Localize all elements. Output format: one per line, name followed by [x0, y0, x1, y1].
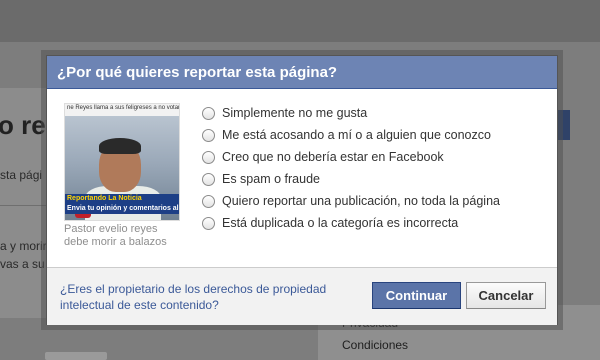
reason-label: Simplemente no me gusta [222, 106, 368, 120]
cancel-button[interactable]: Cancelar [466, 282, 546, 309]
report-dialog: ¿Por qué quieres reportar esta página? n… [46, 55, 558, 325]
reason-option-not-on-facebook[interactable]: Creo que no debería estar en Facebook [202, 146, 500, 168]
thumbnail-banner-line: Reportando La Noticia [67, 195, 142, 202]
reason-option-dislike[interactable]: Simplemente no me gusta [202, 102, 500, 124]
reason-label: Quiero reportar una publicación, no toda… [222, 194, 500, 208]
reason-label: Es spam o fraude [222, 172, 320, 186]
radio-button[interactable] [202, 150, 215, 164]
background-post-line: a y morir [0, 239, 47, 253]
reason-option-spam[interactable]: Es spam o fraude [202, 168, 500, 190]
background-post-line: vas a su [0, 257, 45, 271]
thumbnail-person-hair [99, 138, 141, 154]
thumbnail-headline: ne Reyes llama a sus feligreses a no vot… [65, 104, 179, 116]
background-button [45, 352, 107, 360]
radio-button[interactable] [202, 106, 215, 120]
background-page-subtext: sta pági [0, 168, 43, 182]
background-post-text: a y morir vas a su [0, 237, 47, 273]
reason-option-report-post[interactable]: Quiero reportar una publicación, no toda… [202, 190, 500, 212]
reason-label: Creo que no debería estar en Facebook [222, 150, 444, 164]
dialog-body: ne Reyes llama a sus feligreses a no vot… [47, 89, 557, 267]
radio-button[interactable] [202, 172, 215, 186]
radio-button[interactable] [202, 216, 215, 230]
continue-button[interactable]: Continuar [372, 282, 461, 309]
ip-owner-link[interactable]: ¿Eres el propietario de los derechos de … [60, 281, 350, 313]
menu-item-terms: Condiciones [342, 338, 409, 352]
thumbnail-banner-line: Envia tu opinión y comentarios al [67, 205, 179, 212]
radio-button[interactable] [202, 128, 215, 142]
reason-label: Está duplicada o la categoría es incorre… [222, 216, 459, 230]
report-reason-options: Simplemente no me gusta Me está acosando… [202, 102, 500, 234]
thumbnail-news-banner: Reportando La Noticia Envia tu opinión y… [65, 194, 179, 214]
dialog-title: ¿Por qué quieres reportar esta página? [47, 56, 557, 89]
radio-button[interactable] [202, 194, 215, 208]
background-top-bar [0, 0, 600, 42]
reason-label: Me está acosando a mí o a alguien que co… [222, 128, 491, 142]
page-name-caption: Pastor evelio reyes debe morir a balazos [64, 223, 167, 248]
reason-option-harassment[interactable]: Me está acosando a mí o a alguien que co… [202, 124, 500, 146]
reason-option-duplicate[interactable]: Está duplicada o la categoría es incorre… [202, 212, 500, 234]
page-thumbnail-image: ne Reyes llama a sus feligreses a no vot… [64, 103, 180, 221]
dialog-footer: ¿Eres el propietario de los derechos de … [47, 267, 557, 325]
